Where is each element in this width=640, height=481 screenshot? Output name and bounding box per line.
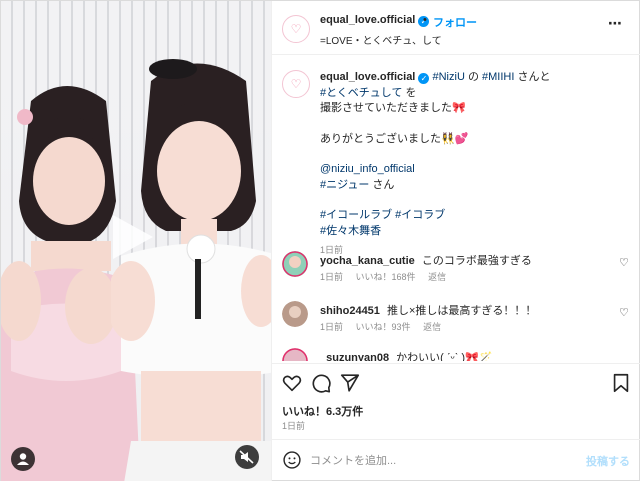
mention-link[interactable]: @niziu_info_official <box>320 162 620 178</box>
caption-text: ありがとうございました👯‍♀️💕 <box>320 132 469 145</box>
verified-badge-icon: ✓ <box>418 73 430 84</box>
user-icon <box>17 453 29 465</box>
caption-text: を <box>405 86 417 99</box>
comment-text: かわいい( ˊᵕˋ )🎀🪄 <box>396 352 493 361</box>
bookmark-icon[interactable] <box>610 372 632 394</box>
comment-likes[interactable]: いいね！93件 <box>356 322 411 332</box>
commenter-avatar[interactable] <box>282 348 308 361</box>
comment-reply-button[interactable]: 返信 <box>428 272 446 282</box>
like-count[interactable]: いいね！6.3万件 <box>282 403 363 419</box>
comment-item: shiho24451 推し×推しは最高すぎる！！！ 1日前 いいね！93件 返信… <box>282 301 632 341</box>
comment-text: 推し×推しは最高すぎる！！！ <box>386 305 537 317</box>
post-modal: ♡ equal_love.official ✓ • フォロー =LOVE・とくベ… <box>0 0 640 481</box>
mute-button[interactable] <box>235 445 259 469</box>
comment-username[interactable]: yocha_kana_cutie <box>320 255 415 267</box>
account-avatar[interactable]: ♡ <box>282 15 310 43</box>
comment-username[interactable]: _suzunyan08 <box>320 352 389 361</box>
comment-heart-icon[interactable]: ♡ <box>619 306 629 319</box>
post-sidebar: ♡ equal_love.official ✓ • フォロー =LOVE・とくベ… <box>271 1 640 481</box>
comment-likes[interactable]: いいね！168件 <box>356 272 416 282</box>
emoji-icon[interactable] <box>282 450 302 470</box>
action-bar <box>272 363 640 401</box>
hashtag-link[interactable]: #佐々木舞香 <box>320 224 620 240</box>
post-comment-button[interactable]: 投稿する <box>586 453 630 469</box>
hashtag-link[interactable]: #MIIHI <box>482 71 514 83</box>
comment-time[interactable]: 1日前 <box>320 322 343 332</box>
caption-avatar[interactable]: ♡ <box>282 70 310 98</box>
share-icon[interactable] <box>339 372 361 394</box>
hashtag-link[interactable]: #イコールラブ #イコラブ <box>320 208 620 224</box>
comment-item: _suzunyan08 かわいい( ˊᵕˋ )🎀🪄 <box>282 348 632 361</box>
hashtag-link[interactable]: #とくベチュして <box>320 87 402 99</box>
audio-subtitle[interactable]: =LOVE・とくベチュ、して <box>320 32 442 47</box>
commenter-avatar[interactable] <box>282 251 308 277</box>
post-video[interactable] <box>1 1 271 481</box>
comment-username[interactable]: shiho24451 <box>320 305 380 317</box>
post-date[interactable]: 1日前 <box>282 419 305 432</box>
comment-reply-button[interactable]: 返信 <box>423 322 441 332</box>
caption-text: の <box>467 71 479 83</box>
more-options-icon[interactable]: ⋯ <box>608 15 623 32</box>
caption-text: さんと <box>517 71 551 83</box>
love-logo-icon: ♡ <box>290 22 302 36</box>
caption-text: さん <box>372 178 395 191</box>
comment-text: このコラボ最強すぎる <box>421 255 532 267</box>
comment-input[interactable] <box>310 451 570 471</box>
header-separator: • <box>423 14 427 26</box>
comment-composer: 投稿する <box>272 439 640 481</box>
follow-button[interactable]: フォロー <box>433 14 477 30</box>
love-logo-icon: ♡ <box>290 77 302 91</box>
account-username[interactable]: equal_love.official ✓ <box>320 14 430 27</box>
comment-heart-icon[interactable]: ♡ <box>619 256 629 269</box>
comments-scroll-area[interactable]: ♡ equal_love.official ✓ #NiziU の #MIIHI … <box>272 56 640 361</box>
speaker-muted-icon <box>239 450 254 464</box>
commenter-avatar[interactable] <box>282 301 308 327</box>
hashtag-link[interactable]: #NiziU <box>433 71 465 83</box>
post-header: ♡ equal_love.official ✓ • フォロー =LOVE・とくベ… <box>272 1 640 55</box>
hashtag-link[interactable]: #ニジュー <box>320 179 369 191</box>
comment-icon[interactable] <box>310 372 332 394</box>
heart-icon[interactable] <box>281 372 303 394</box>
caption-body: equal_love.official ✓ #NiziU の #MIIHI さん… <box>320 70 620 259</box>
comment-item: yocha_kana_cutie このコラボ最強すぎる 1日前 いいね！168件… <box>282 251 632 291</box>
caption-text: 撮影させていただきました🎀 <box>320 102 466 114</box>
comment-time[interactable]: 1日前 <box>320 272 343 282</box>
tagged-users-button[interactable] <box>11 447 35 471</box>
caption-username[interactable]: equal_love.official <box>320 71 415 83</box>
play-icon[interactable] <box>113 215 153 259</box>
person-right-figure <box>111 59 271 481</box>
